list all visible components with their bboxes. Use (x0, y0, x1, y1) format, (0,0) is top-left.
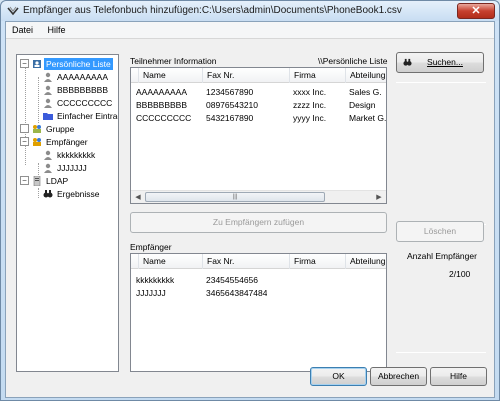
table-row[interactable]: JJJJJJJ 3465643847484 (131, 287, 386, 299)
collapse-toggle[interactable]: − (20, 176, 29, 185)
address-book-icon (33, 60, 41, 68)
tree-label: kkkkkkkkk (57, 150, 96, 160)
cell-abteilung: Design (349, 100, 376, 110)
person-icon (44, 85, 52, 95)
phonebook-tree[interactable]: − Persönliche Liste AAAAAAAAA BBBBBBBBB (16, 54, 119, 372)
server-icon (33, 176, 41, 186)
scroll-thumb[interactable]: ||| (145, 192, 325, 202)
dialog-window: Empfänger aus Telefonbuch hinzufügen:C:\… (0, 0, 500, 401)
collapse-toggle[interactable]: − (20, 137, 29, 146)
add-to-recipients-button[interactable]: Zu Empfängern zufügen (130, 212, 387, 233)
table-row[interactable]: CCCCCCCCC 5432167890 yyyy Inc. Market G. (131, 112, 386, 124)
tree-label: Empfänger (46, 137, 88, 147)
menu-bar: Datei Hilfe (6, 22, 494, 39)
cell-fax: 1234567890 (206, 87, 254, 97)
binoculars-icon (403, 58, 412, 66)
table-row[interactable]: kkkkkkkkk 23454554656 (131, 274, 386, 286)
dialog-client: Datei Hilfe − Persönliche Liste AAAAAAAA… (5, 21, 495, 398)
tree-label: CCCCCCCCC (57, 98, 113, 108)
recipients-label: Empfänger (130, 242, 172, 252)
column-header-name[interactable]: Name (139, 68, 203, 83)
cell-fax: 23454554656 (206, 275, 259, 285)
menu-datei[interactable]: Datei (6, 22, 39, 38)
tree-label: Gruppe (46, 124, 75, 134)
title-bar: Empfänger aus Telefonbuch hinzufügen:C:\… (1, 1, 499, 21)
recipients-list[interactable]: Name Fax Nr. Firma Abteilung kkkkkkkkk 2… (130, 253, 387, 372)
column-header-abteilung[interactable]: Abteilung (346, 68, 386, 83)
cancel-button[interactable]: Abbrechen (370, 367, 427, 386)
search-button[interactable]: Suchen... (396, 52, 484, 73)
column-header-abteilung[interactable]: Abteilung (346, 254, 386, 269)
cell-name: CCCCCCCCC (136, 113, 192, 123)
window-title: Empfänger aus Telefonbuch hinzufügen:C:\… (23, 5, 402, 16)
person-icon (44, 98, 52, 108)
scroll-left-icon[interactable]: ◀ (132, 192, 144, 203)
cell-firma: yyyy Inc. (293, 113, 327, 123)
cell-name: AAAAAAAAA (136, 87, 188, 97)
participants-label: Teilnehmer Information (130, 56, 217, 66)
participants-path: \\Persönliche Liste (318, 56, 388, 66)
tree-label: AAAAAAAAA (57, 72, 109, 82)
expand-toggle[interactable] (20, 124, 29, 133)
separator (396, 82, 486, 83)
column-header-fax[interactable]: Fax Nr. (203, 254, 290, 269)
cell-fax: 08976543210 (206, 100, 259, 110)
recipient-count-label: Anzahl Empfänger (407, 251, 477, 261)
separator (396, 352, 486, 353)
cell-abteilung: Sales G. (349, 87, 382, 97)
cell-firma: xxxx Inc. (293, 87, 327, 97)
tree-label: BBBBBBBBB (57, 85, 109, 95)
cell-fax: 3465643847484 (206, 288, 268, 298)
cell-name: kkkkkkkkk (136, 275, 175, 285)
table-row[interactable]: AAAAAAAAA 1234567890 xxxx Inc. Sales G. (131, 86, 386, 98)
column-header-name[interactable]: Name (139, 254, 203, 269)
tree-label: LDAP (46, 176, 69, 186)
person-icon (44, 163, 52, 173)
tree-label: Persönliche Liste (44, 58, 113, 70)
ok-button[interactable]: OK (310, 367, 367, 386)
tree-label: Einfacher Eintrag (57, 111, 119, 121)
scroll-right-icon[interactable]: ▶ (373, 192, 385, 203)
table-row[interactable]: BBBBBBBBB 08976543210 zzzz Inc. Design (131, 99, 386, 111)
recipients-header: Name Fax Nr. Firma Abteilung (131, 254, 386, 269)
collapse-toggle[interactable]: − (20, 59, 29, 68)
close-button[interactable]: ✕ (457, 3, 495, 19)
binoculars-icon (43, 190, 53, 198)
cell-name: BBBBBBBBB (136, 100, 188, 110)
recipient-count-value: 2/100 (449, 269, 471, 279)
person-icon (44, 72, 52, 82)
cell-firma: zzzz Inc. (293, 100, 327, 110)
tree-label: JJJJJJJ (57, 163, 87, 173)
help-button[interactable]: Hilfe (430, 367, 487, 386)
column-header-firma[interactable]: Firma (290, 68, 346, 83)
horizontal-scrollbar[interactable]: ◀ ||| ▶ (131, 190, 386, 203)
participants-header: Name Fax Nr. Firma Abteilung (131, 68, 386, 83)
search-button-label: Suchen... (427, 57, 463, 67)
menu-hilfe[interactable]: Hilfe (42, 22, 72, 38)
cell-abteilung: Market G. (349, 113, 387, 123)
tree-label: Ergebnisse (57, 189, 100, 199)
delete-button[interactable]: Löschen (396, 221, 484, 242)
column-header-firma[interactable]: Firma (290, 254, 346, 269)
app-icon (7, 6, 19, 16)
cell-fax: 5432167890 (206, 113, 254, 123)
column-header-fax[interactable]: Fax Nr. (203, 68, 290, 83)
recipients-icon (33, 138, 41, 146)
group-icon (33, 125, 41, 133)
person-icon (44, 150, 52, 160)
participants-list[interactable]: Name Fax Nr. Firma Abteilung AAAAAAAAA 1… (130, 67, 387, 204)
folder-icon (43, 113, 53, 120)
cell-name: JJJJJJJ (136, 288, 166, 298)
